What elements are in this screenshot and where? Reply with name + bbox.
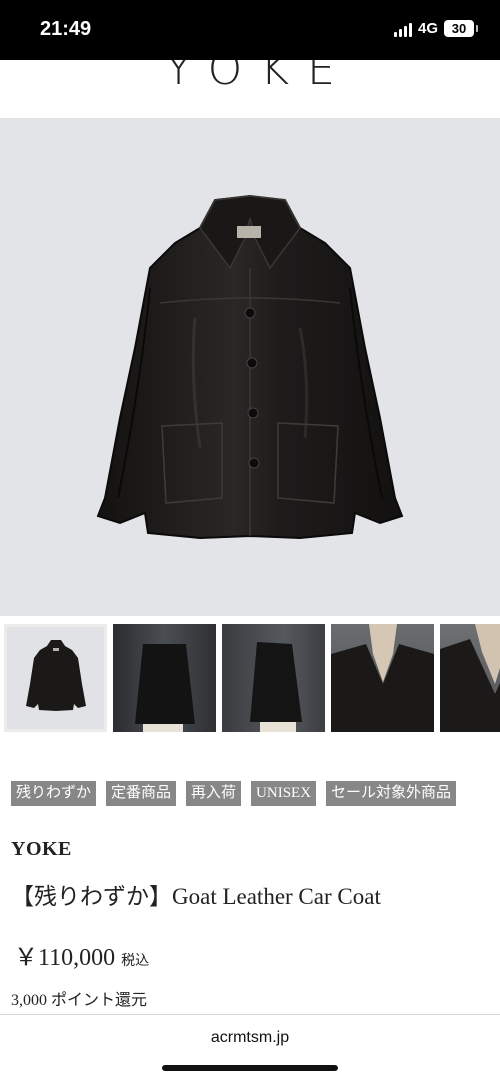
thumbnail-model-front-icon xyxy=(135,644,195,732)
thumbnail-collar-detail-icon xyxy=(331,624,434,732)
tag-few-left: 残りわずか xyxy=(11,781,97,806)
status-bar: 21:49 4G 30 xyxy=(0,0,500,60)
tag-restock: 再入荷 xyxy=(186,781,242,806)
status-time: 21:49 xyxy=(40,18,92,40)
product-tags: 残りわずか 定番商品 再入荷 UNISEX セール対象外商品 xyxy=(11,781,457,806)
tax-label: 税込 xyxy=(121,954,150,969)
thumbnail-model-side-icon xyxy=(250,642,302,732)
brand-logo[interactable]: YOKE xyxy=(0,60,500,95)
home-indicator xyxy=(162,1065,338,1071)
status-indicators: 4G 30 xyxy=(393,20,478,37)
thumbnail-coat-icon xyxy=(26,640,86,711)
thumbnail-2[interactable] xyxy=(113,624,216,732)
tag-sale-excluded: セール対象外商品 xyxy=(326,781,457,806)
tag-standard-item: 定番商品 xyxy=(106,781,177,806)
thumbnail-4[interactable] xyxy=(331,624,434,732)
browser-address-bar[interactable]: acrmtsm.jp xyxy=(0,1014,500,1080)
url-text[interactable]: acrmtsm.jp xyxy=(0,1029,500,1047)
tag-unisex: UNISEX xyxy=(251,781,317,806)
thumbnail-3[interactable] xyxy=(222,624,325,732)
product-brand[interactable]: YOKE xyxy=(11,838,72,861)
price-row: ￥110,000 税込 xyxy=(14,937,149,972)
thumbnail-5[interactable] xyxy=(440,624,500,732)
points-reward: 3,000 ポイント還元 xyxy=(11,992,148,1009)
thumbnail-collar-side-icon xyxy=(440,624,500,732)
network-type: 4G xyxy=(417,20,438,37)
site-header: YOKE xyxy=(0,60,500,118)
product-price: ￥110,000 xyxy=(14,945,116,971)
product-title: 【残りわずか】Goat Leather Car Coat xyxy=(11,884,381,909)
battery-icon: 30 xyxy=(444,20,478,37)
thumbnail-strip xyxy=(0,624,500,740)
product-main-image[interactable] xyxy=(0,118,500,616)
leather-coat-image xyxy=(96,194,404,540)
signal-icon xyxy=(393,21,412,37)
thumbnail-1[interactable] xyxy=(4,624,107,732)
